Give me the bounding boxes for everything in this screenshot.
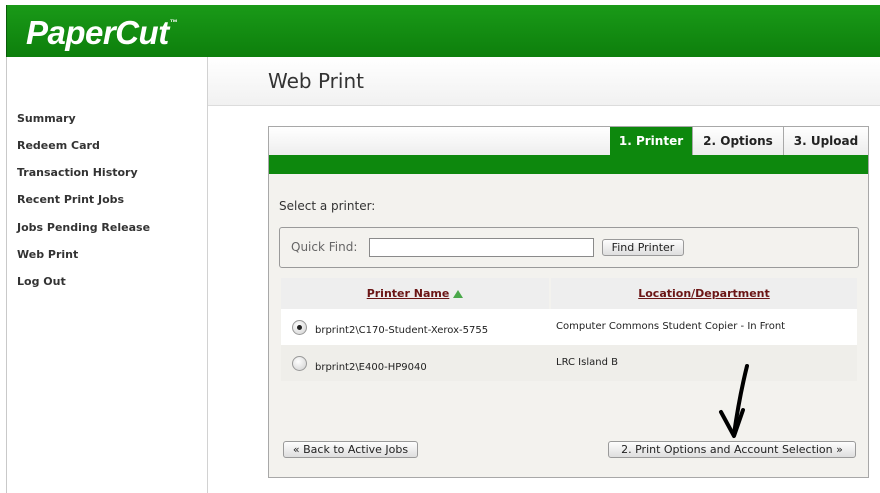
page-title-bar: Web Print	[208, 57, 880, 106]
location-cell: LRC Island B	[556, 357, 618, 368]
print-options-next-button[interactable]: 2. Print Options and Account Selection »	[608, 441, 856, 458]
web-print-wizard: 1. Printer 2. Options 3. Upload Select a…	[268, 126, 869, 478]
location-cell: Computer Commons Student Copier - In Fro…	[556, 321, 786, 332]
printer-name-header-text: Printer Name	[366, 287, 450, 300]
tab-options[interactable]: 2. Options	[692, 127, 783, 155]
page-title: Web Print	[268, 69, 364, 93]
back-to-active-jobs-button[interactable]: « Back to Active Jobs	[283, 441, 418, 458]
sidebar-item-jobs-pending-release[interactable]: Jobs Pending Release	[17, 221, 150, 234]
wizard-progress-bar	[269, 155, 868, 174]
tab-printer[interactable]: 1. Printer	[610, 127, 692, 155]
app-header: PaperCut™	[6, 5, 880, 57]
quick-find-box: Quick Find: Find Printer	[279, 227, 859, 268]
printer-name-cell: brprint2\C170-Student-Xerox-5755	[315, 325, 489, 336]
table-row[interactable]: brprint2\C170-Student-Xerox-5755 Compute…	[281, 309, 857, 345]
sidebar-item-redeem-card[interactable]: Redeem Card	[17, 139, 100, 152]
sidebar-item-log-out[interactable]: Log Out	[17, 275, 66, 288]
wizard-tabbar: 1. Printer 2. Options 3. Upload	[269, 127, 868, 155]
printer-name-cell: brprint2\E400-HP9040	[315, 362, 427, 373]
logo-text: PaperCut	[26, 14, 169, 51]
trademark-mark: ™	[169, 18, 178, 27]
sidebar-item-recent-print-jobs[interactable]: Recent Print Jobs	[17, 193, 124, 206]
arrow-annotation-icon	[719, 364, 749, 438]
find-printer-button[interactable]: Find Printer	[602, 239, 684, 256]
sidebar-item-summary[interactable]: Summary	[17, 112, 76, 125]
radio-selected-icon[interactable]	[292, 320, 307, 335]
sidebar-item-web-print[interactable]: Web Print	[17, 248, 78, 261]
table-row[interactable]: brprint2\E400-HP9040 LRC Island B	[281, 345, 857, 381]
sidebar-item-transaction-history[interactable]: Transaction History	[17, 166, 138, 179]
papercut-logo: PaperCut™	[26, 14, 178, 52]
tab-upload[interactable]: 3. Upload	[783, 127, 868, 155]
quick-find-input[interactable]	[369, 238, 594, 257]
radio-unselected-icon[interactable]	[292, 356, 307, 371]
column-header-location[interactable]: Location/Department	[551, 278, 857, 309]
quick-find-label: Quick Find:	[291, 240, 358, 254]
column-header-printer-name[interactable]: Printer Name	[281, 278, 549, 309]
sort-ascending-icon	[453, 290, 464, 298]
sidebar-nav: Summary Redeem Card Transaction History …	[6, 57, 208, 493]
select-printer-label: Select a printer:	[279, 199, 376, 213]
